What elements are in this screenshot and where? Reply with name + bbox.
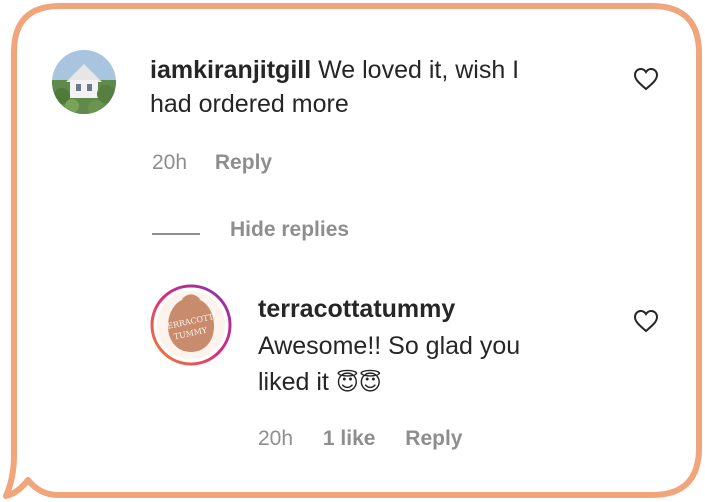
reply-body-line2-text: liked it: [258, 368, 329, 396]
hide-replies-button[interactable]: Hide replies: [230, 218, 349, 242]
hide-replies-divider: [152, 233, 200, 235]
reply-avatar[interactable]: TERRACOTTA TUMMY: [150, 284, 232, 366]
reply-heart-icon[interactable]: [633, 309, 659, 333]
smiling-halo-emoji-icon: 😇😇: [335, 370, 382, 395]
house-photo-icon: [52, 50, 116, 114]
comment-body-line1: We loved it, wish I: [318, 56, 520, 84]
reply-username[interactable]: terracottatummy: [258, 292, 455, 326]
reply-button[interactable]: Reply: [215, 151, 272, 174]
reply-body-line1: Awesome!! So glad you: [258, 332, 521, 360]
comment-username[interactable]: iamkiranjitgill: [150, 56, 311, 84]
comment-body-line2: had ordered more: [150, 90, 349, 118]
reply-body-line2: liked it 😇😇: [258, 365, 382, 400]
comment-meta: 20h Reply: [152, 151, 272, 175]
likes-count-button[interactable]: 1 like: [323, 427, 376, 450]
heart-icon[interactable]: [633, 67, 659, 91]
reply-time: 20h: [258, 427, 294, 450]
comment-time: 20h: [152, 151, 188, 174]
reply-reply-button[interactable]: Reply: [405, 427, 462, 450]
reply-meta: 20h 1 like Reply: [258, 427, 462, 451]
comment-text-line1: iamkiranjitgill We loved it, wish I: [150, 53, 519, 87]
avatar[interactable]: [52, 50, 116, 114]
terracotta-tummy-logo-icon: TERRACOTTA TUMMY: [150, 284, 232, 366]
